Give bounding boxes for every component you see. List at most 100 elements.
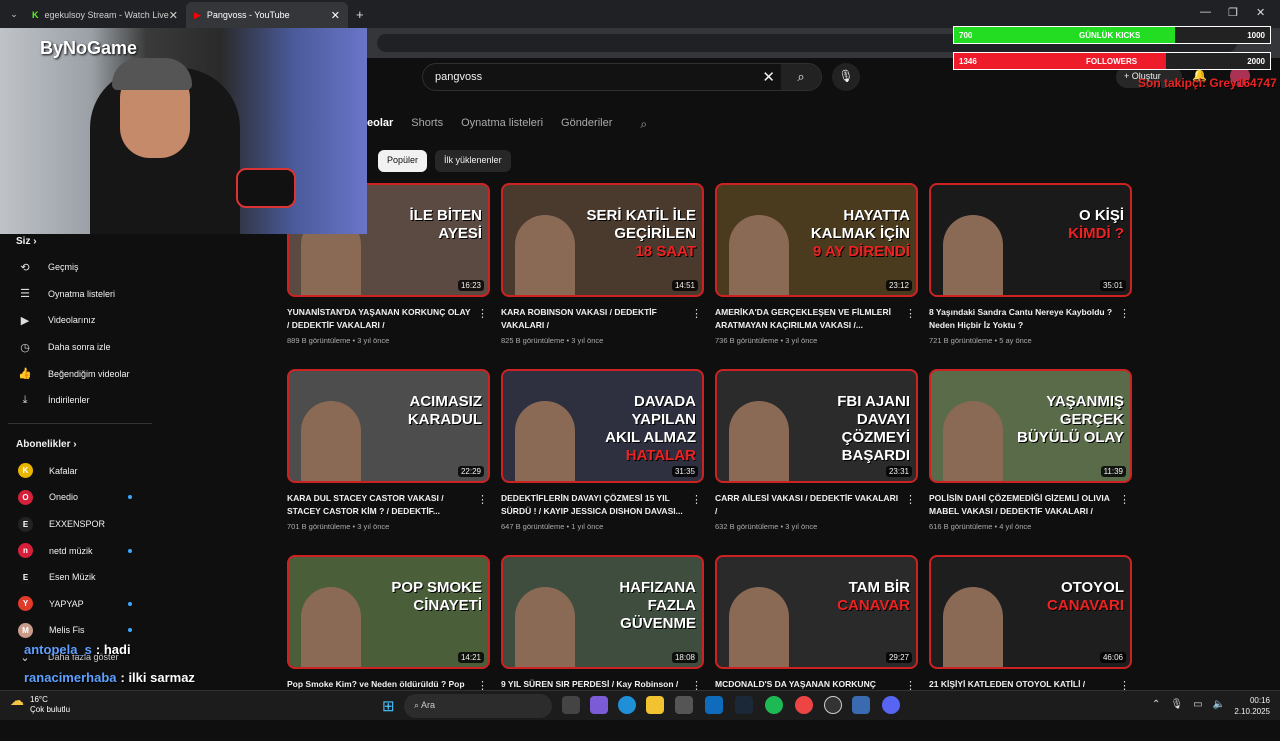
sidebar-item[interactable]: 👍 Beğendiğim videolar	[0, 360, 160, 387]
sidebar-header-subscriptions[interactable]: Abonelikler ›	[0, 432, 160, 458]
outlook-icon[interactable]	[705, 696, 723, 714]
video-card[interactable]: SERİ KATİL İLE GEÇİRİLEN 18 SAAT 14:51 KARA …	[501, 183, 704, 369]
thumbnail-person	[301, 401, 361, 481]
more-options-icon[interactable]: ⋮	[1119, 307, 1130, 320]
tab-shorts[interactable]: Shorts	[411, 117, 443, 132]
clear-search-icon[interactable]: ✕	[762, 68, 775, 86]
tab-youtube[interactable]: ▶ Pangvoss - YouTube ✕	[186, 2, 348, 28]
video-thumbnail[interactable]: ACIMASIZ KARADUL 22:29	[287, 369, 490, 483]
tab-playlists[interactable]: Oynatma listeleri	[461, 117, 543, 132]
chip-popular[interactable]: Popüler	[378, 150, 428, 172]
new-content-dot	[128, 628, 132, 633]
sidebar-item[interactable]: ▶ Videolarınız	[0, 307, 160, 334]
volume-icon[interactable]: 🔈	[1213, 699, 1225, 710]
chevron-up-icon[interactable]: ⌃	[1152, 699, 1160, 710]
spotify-icon[interactable]	[765, 696, 783, 714]
tab-videos[interactable]: eolar	[367, 117, 393, 132]
chat-text: : hadi	[95, 642, 131, 657]
subscription-item[interactable]: E Esen Müzik	[0, 564, 160, 591]
mic-icon[interactable]: 🎙	[832, 63, 860, 91]
discord-icon[interactable]	[882, 696, 900, 714]
new-tab-button[interactable]: +	[356, 7, 364, 22]
video-thumbnail[interactable]: POP SMOKE CİNAYETİ 14:21	[287, 555, 490, 669]
display-icon[interactable]: ▭	[1193, 699, 1202, 710]
obs-icon[interactable]	[824, 696, 842, 714]
video-card[interactable]: FBI AJANI DAVAYI ÇÖZMEYİ BAŞARDI 23:31 CARR …	[715, 369, 918, 555]
webcam-overlay: ByNoGame	[0, 28, 367, 234]
windows-start-icon[interactable]: ⊞	[382, 697, 395, 715]
video-card[interactable]: DAVADA YAPILAN AKIL ALMAZ HATALAR 31:35 DEDE…	[501, 369, 704, 555]
tab-kick-stream[interactable]: K egekulsoy Stream - Watch Live ✕	[24, 2, 186, 28]
sidebar-item[interactable]: ◷ Daha sonra izle	[0, 334, 160, 361]
video-thumbnail[interactable]: O KİŞİ KİMDİ ? 35:01	[929, 183, 1132, 297]
more-options-icon[interactable]: ⋮	[905, 493, 916, 506]
video-thumbnail[interactable]: YAŞANMIŞ GERÇEK BÜYÜLÜ OLAY 11:39	[929, 369, 1132, 483]
video-title[interactable]: DEDEKTİFLERİN DAVAYI ÇÖZMESİ 15 YIL SÜRD…	[501, 492, 704, 519]
video-title[interactable]: 8 Yaşındaki Sandra Cantu Nereye Kayboldu…	[929, 306, 1132, 333]
more-options-icon[interactable]: ⋮	[1119, 493, 1130, 506]
video-thumbnail[interactable]: HAFIZANA FAZLA GÜVENME 18:08	[501, 555, 704, 669]
thumbnail-line: POP SMOKE	[391, 579, 482, 596]
close-icon[interactable]: ✕	[169, 9, 178, 22]
maximize-icon[interactable]: ❐	[1228, 6, 1238, 19]
search-button[interactable]: ⌕	[781, 64, 821, 90]
video-thumbnail[interactable]: SERİ KATİL İLE GEÇİRİLEN 18 SAAT 14:51	[501, 183, 704, 297]
search-input[interactable]: pangvoss	[435, 71, 482, 83]
more-options-icon[interactable]: ⋮	[691, 493, 702, 506]
video-thumbnail[interactable]: TAM BİR CANAVAR 29:27	[715, 555, 918, 669]
chip-oldest[interactable]: İlk yüklenenler	[435, 150, 511, 172]
video-thumbnail[interactable]: OTOYOL CANAVARI 46:06	[929, 555, 1132, 669]
video-card[interactable]: O KİŞİ KİMDİ ? 35:01 8 Yaşındaki Sandra Can…	[929, 183, 1132, 369]
store-icon[interactable]	[675, 696, 693, 714]
channel-avatar: n	[18, 543, 33, 559]
weather-widget[interactable]: ☁ 16°C Çok bulutlu	[10, 693, 70, 715]
video-title[interactable]: CARR AİLESİ VAKASI / DEDEKTİF VAKALARI /	[715, 492, 918, 519]
sidebar-item[interactable]: ☰ Oynatma listeleri	[0, 281, 160, 308]
more-options-icon[interactable]: ⋮	[905, 307, 916, 320]
search-box[interactable]: pangvoss ✕ ⌕	[422, 63, 822, 91]
video-title[interactable]: KARA DUL STACEY CASTOR VAKASI / STACEY C…	[287, 492, 490, 519]
search-icon[interactable]: ⌕	[640, 117, 647, 132]
subscription-item[interactable]: K Kafalar	[0, 458, 160, 485]
channel-avatar: K	[18, 463, 33, 479]
clock[interactable]: 00:16 2.10.2025	[1230, 695, 1270, 717]
subscription-item[interactable]: O Onedio	[0, 484, 160, 511]
more-options-icon[interactable]: ⋮	[477, 493, 488, 506]
file-explorer-icon[interactable]	[646, 696, 664, 714]
tab-posts[interactable]: Gönderiler	[561, 117, 612, 132]
subscription-item[interactable]: M Melis Fis	[0, 617, 160, 644]
close-window-icon[interactable]: ✕	[1256, 6, 1265, 19]
thumbnail-red-line: KİMDİ ?	[1068, 225, 1124, 242]
video-thumbnail[interactable]: HAYATTA KALMAK İÇİN 9 AY DİRENDİ 23:12	[715, 183, 918, 297]
video-thumbnail[interactable]: DAVADA YAPILAN AKIL ALMAZ HATALAR 31:35	[501, 369, 704, 483]
chrome-icon[interactable]	[795, 696, 813, 714]
video-meta: 721 B görüntüleme • 5 ay önce	[929, 336, 1132, 345]
video-title[interactable]: AMERİKA'DA GERÇEKLEŞEN VE FİLMLERİ ARATM…	[715, 306, 918, 333]
taskbar-search[interactable]: ⌕ Ara	[404, 694, 552, 718]
sidebar-item[interactable]: ⤓ İndirilenler	[0, 387, 160, 414]
task-view-icon[interactable]	[562, 696, 580, 714]
minimize-icon[interactable]: —	[1200, 6, 1211, 18]
subscription-item[interactable]: n netd müzik	[0, 537, 160, 564]
video-title[interactable]: YUNANİSTAN'DA YAŞANAN KORKUNÇ OLAY / DED…	[287, 306, 490, 333]
steam-icon[interactable]	[735, 696, 753, 714]
sidebar-item[interactable]: ⟲ Geçmiş	[0, 254, 160, 281]
edge-icon[interactable]	[618, 696, 636, 714]
more-options-icon[interactable]: ⋮	[691, 307, 702, 320]
video-title[interactable]: KARA ROBINSON VAKASI / DEDEKTİF VAKALARI…	[501, 306, 704, 333]
video-thumbnail[interactable]: FBI AJANI DAVAYI ÇÖZMEYİ BAŞARDI 23:31	[715, 369, 918, 483]
subscription-item[interactable]: E EXXENSPOR	[0, 511, 160, 538]
more-options-icon[interactable]: ⋮	[477, 307, 488, 320]
mic-tray-icon[interactable]: 🎙	[1170, 699, 1183, 710]
channel-avatar: O	[18, 489, 33, 505]
tab-list-button[interactable]: ⌄	[4, 9, 24, 20]
subscription-item[interactable]: Y YAPYAP	[0, 591, 160, 618]
video-card[interactable]: YAŞANMIŞ GERÇEK BÜYÜLÜ OLAY 11:39 POLİSİN D…	[929, 369, 1132, 555]
video-card[interactable]: HAYATTA KALMAK İÇİN 9 AY DİRENDİ 23:12 AMERİ…	[715, 183, 918, 369]
thumbnail-person	[943, 401, 1003, 481]
copilot-icon[interactable]	[590, 696, 608, 714]
video-card[interactable]: ACIMASIZ KARADUL 22:29 KARA DUL STACEY CAST…	[287, 369, 490, 555]
close-icon[interactable]: ✕	[331, 9, 340, 22]
app-icon[interactable]	[852, 696, 870, 714]
video-title[interactable]: POLİSİN DAHİ ÇÖZEMEDİĞİ GİZEMLİ OLIVIA M…	[929, 492, 1132, 519]
